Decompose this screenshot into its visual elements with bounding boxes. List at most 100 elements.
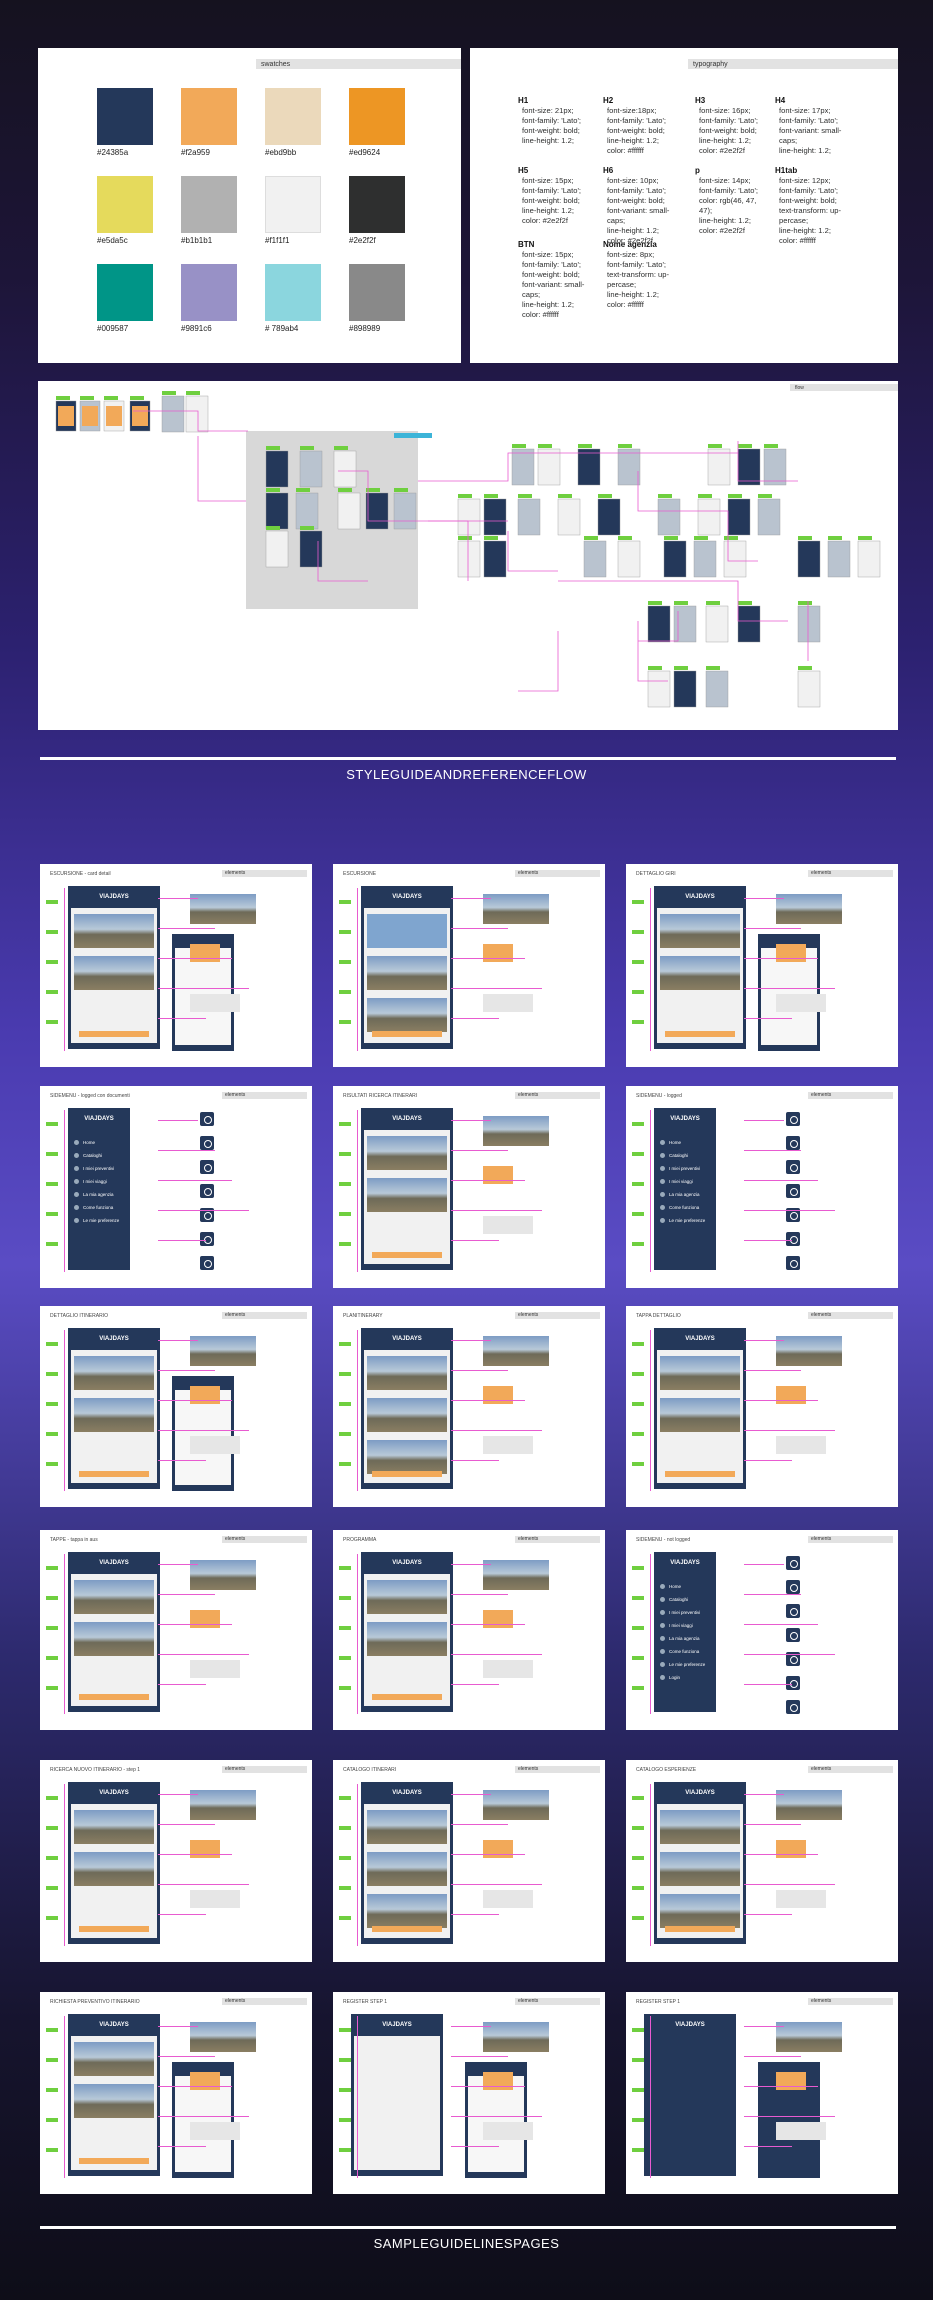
primary-cta-button[interactable] [665, 1926, 735, 1932]
primary-cta-button[interactable] [79, 1926, 149, 1932]
annotation-tag [46, 1826, 58, 1830]
destination-image[interactable] [74, 914, 154, 948]
destination-image[interactable] [74, 1810, 154, 1844]
destination-image[interactable] [74, 1622, 154, 1656]
side-menu-item[interactable]: Come funziona [660, 1647, 699, 1656]
side-menu-item[interactable]: I miei viaggi [74, 1177, 107, 1186]
destination-image[interactable] [367, 1622, 447, 1656]
app-header-logo: VIAJDAYS [68, 1328, 160, 1350]
destination-image[interactable] [367, 998, 447, 1032]
side-menu-item[interactable]: Le mie preferenze [74, 1216, 119, 1225]
destination-image[interactable] [74, 2042, 154, 2076]
annotation-line [744, 1340, 784, 1341]
side-menu-item[interactable]: I miei viaggi [660, 1621, 693, 1630]
app-header-logo: VIAJDAYS [361, 1328, 453, 1350]
side-menu-item[interactable]: La mia agenzia [74, 1190, 114, 1199]
menu-icon [786, 1160, 800, 1174]
app-header-logo: VIAJDAYS [68, 1782, 160, 1804]
primary-cta-button[interactable] [79, 1471, 149, 1477]
primary-cta-button[interactable] [372, 1252, 442, 1258]
destination-image[interactable] [74, 1398, 154, 1432]
destination-image[interactable] [367, 1580, 447, 1614]
annotation-tag [46, 900, 58, 904]
primary-cta-button[interactable] [372, 1926, 442, 1932]
destination-image[interactable] [74, 1356, 154, 1390]
side-menu-item[interactable]: Cataloghi [660, 1151, 688, 1160]
annotation-line [158, 1884, 249, 1885]
annotation-tag [632, 1462, 644, 1466]
side-menu-item[interactable]: La mia agenzia [660, 1634, 700, 1643]
side-menu-item[interactable]: I miei preventivi [74, 1164, 114, 1173]
primary-cta-button[interactable] [372, 1694, 442, 1700]
side-menu-item[interactable]: Home [74, 1138, 95, 1147]
annotation-tag [339, 930, 351, 934]
flow-screen-thumb [557, 498, 581, 536]
annotation-tag [339, 960, 351, 964]
destination-image[interactable] [367, 1810, 447, 1844]
swatch-label: #ebd9bb [265, 148, 297, 157]
destination-image[interactable] [367, 1136, 447, 1170]
annotation-tag [339, 1596, 351, 1600]
destination-image[interactable] [660, 1810, 740, 1844]
page-card-elements-header: elements [222, 870, 307, 877]
destination-image[interactable] [367, 1356, 447, 1390]
side-menu-item[interactable]: I miei viaggi [660, 1177, 693, 1186]
page-card-title: CATALOGO ITINERARI [343, 1767, 397, 1773]
annotation-tag [46, 960, 58, 964]
side-menu-item[interactable]: Come funziona [74, 1203, 113, 1212]
primary-cta-button[interactable] [79, 1694, 149, 1700]
destination-image[interactable] [74, 1852, 154, 1886]
side-menu-item[interactable]: Le mie preferenze [660, 1216, 705, 1225]
primary-cta-button[interactable] [79, 1031, 149, 1037]
flow-screen-tag [104, 396, 118, 400]
primary-cta-button[interactable] [79, 2158, 149, 2164]
primary-cta-button[interactable] [372, 1471, 442, 1477]
page-card-title: REGISTER STEP 1 [636, 1999, 681, 2005]
destination-image[interactable] [367, 1440, 447, 1474]
side-menu-item[interactable]: La mia agenzia [660, 1190, 700, 1199]
phone-screen [364, 1574, 450, 1706]
flow-screen-tag [698, 494, 712, 498]
annotation-tag [46, 1796, 58, 1800]
destination-image[interactable] [74, 1580, 154, 1614]
side-menu-item[interactable]: Cataloghi [660, 1595, 688, 1604]
flow-screen-thumb [693, 540, 717, 578]
sample-page-card: SIDEMENU - logged con documenti elements V… [40, 1086, 312, 1288]
flow-screen-thumb [511, 448, 535, 486]
destination-image[interactable] [74, 956, 154, 990]
side-menu-item[interactable]: Cataloghi [74, 1151, 102, 1160]
annotation-vertical [650, 1110, 651, 1272]
side-menu-item[interactable]: I miei preventivi [660, 1608, 700, 1617]
swatch-color [97, 264, 153, 321]
swatch-7: #2e2f2f [349, 176, 405, 245]
annotation-tag [339, 1626, 351, 1630]
destination-image[interactable] [660, 1852, 740, 1886]
destination-image[interactable] [367, 914, 447, 948]
destination-image[interactable] [660, 914, 740, 948]
annotation-line [158, 1854, 232, 1855]
destination-image[interactable] [660, 1398, 740, 1432]
destination-image[interactable] [660, 956, 740, 990]
side-menu-item[interactable]: Come funziona [660, 1203, 699, 1212]
flow-screen-thumb [265, 492, 289, 530]
destination-image[interactable] [367, 1178, 447, 1212]
side-menu-item[interactable]: Home [660, 1582, 681, 1591]
side-menu-item[interactable]: I miei preventivi [660, 1164, 700, 1173]
side-menu-item[interactable]: Login [660, 1673, 680, 1682]
destination-image[interactable] [367, 1894, 447, 1928]
typo-spec-name: H5 [518, 166, 529, 175]
destination-image[interactable] [367, 1398, 447, 1432]
primary-cta-button[interactable] [665, 1471, 735, 1477]
primary-cta-button[interactable] [372, 1031, 442, 1037]
side-menu-item[interactable]: Le mie preferenze [660, 1660, 705, 1669]
side-menu-item[interactable]: Home [660, 1138, 681, 1147]
annotation-tag [632, 1916, 644, 1920]
destination-image[interactable] [74, 2084, 154, 2118]
destination-image[interactable] [660, 1894, 740, 1928]
annotation-tag [632, 930, 644, 934]
destination-image[interactable] [660, 1356, 740, 1390]
destination-image[interactable] [367, 1852, 447, 1886]
destination-image[interactable] [367, 956, 447, 990]
primary-cta-button[interactable] [665, 1031, 735, 1037]
flow-screen-thumb [697, 498, 721, 536]
